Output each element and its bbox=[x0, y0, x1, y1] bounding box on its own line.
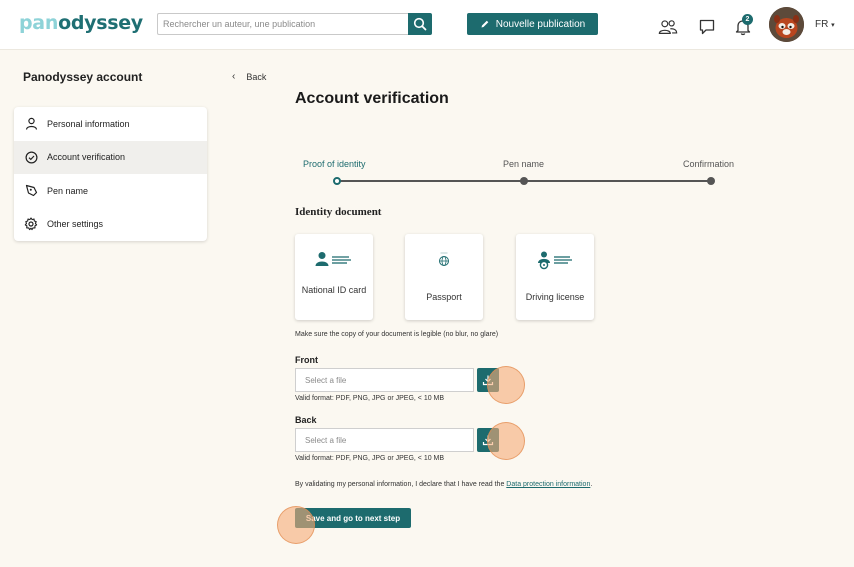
back-file-placeholder: Select a file bbox=[305, 435, 347, 445]
check-circle-icon bbox=[23, 149, 39, 165]
logo[interactable]: panodyssey bbox=[19, 12, 143, 34]
notification-badge: 2 bbox=[742, 14, 753, 25]
sidebar-item-label: Account verification bbox=[47, 152, 126, 163]
data-protection-link[interactable]: Data protection information bbox=[506, 481, 590, 488]
logo-part-odyssey: odyssey bbox=[58, 12, 143, 34]
step-confirmation: Confirmation bbox=[683, 159, 735, 169]
sidebar-menu: Personal information Account verificatio… bbox=[14, 107, 207, 241]
declaration-end: . bbox=[590, 481, 593, 488]
front-valid-format: Valid format: PDF, PNG, JPG or JPEG, < 1… bbox=[295, 395, 445, 402]
logo-part-pan: pan bbox=[19, 12, 59, 34]
community-icon[interactable] bbox=[658, 17, 678, 37]
sidebar-item-label: Other settings bbox=[47, 219, 104, 230]
passport-icon bbox=[437, 250, 451, 270]
step-pen-name: Pen name bbox=[503, 159, 545, 169]
id-card-icon bbox=[315, 250, 353, 270]
back-label: Back bbox=[295, 415, 317, 425]
step-dot-confirmation bbox=[707, 177, 715, 185]
messages-icon[interactable] bbox=[697, 17, 717, 37]
upload-icon bbox=[482, 375, 494, 386]
document-passport[interactable]: Passport bbox=[405, 234, 483, 320]
declaration-text: By validating my personal information, I… bbox=[295, 478, 595, 491]
front-upload-button[interactable] bbox=[477, 368, 499, 392]
sidebar-item-label: Pen name bbox=[47, 185, 89, 196]
new-publication-label: Nouvelle publication bbox=[495, 18, 586, 30]
page-title: Account verification bbox=[295, 90, 449, 107]
document-label: National ID card bbox=[301, 285, 367, 295]
chevron-left-icon: ‹ bbox=[232, 71, 236, 82]
sidebar-item-label: Personal information bbox=[47, 118, 130, 129]
declaration-body: By validating my personal information, I… bbox=[295, 481, 507, 488]
back-valid-format: Valid format: PDF, PNG, JPG or JPEG, < 1… bbox=[295, 455, 445, 462]
section-title: Identity document bbox=[295, 206, 382, 218]
top-header: panodyssey Nouvelle publication bbox=[0, 0, 854, 50]
document-national-id-card[interactable]: National ID card bbox=[295, 234, 373, 320]
back-label: Back bbox=[246, 71, 267, 82]
front-file-placeholder: Select a file bbox=[305, 375, 347, 385]
document-label: Passport bbox=[426, 292, 462, 302]
back-upload-button[interactable] bbox=[477, 428, 499, 452]
sidebar-title: Panodyssey account bbox=[23, 70, 143, 84]
avatar[interactable] bbox=[769, 7, 804, 42]
legibility-hint: Make sure the copy of your document is l… bbox=[295, 331, 499, 338]
pen-nib-icon bbox=[23, 183, 39, 199]
search-input[interactable] bbox=[157, 13, 408, 35]
search-button[interactable] bbox=[408, 13, 432, 35]
save-next-step-button[interactable]: Save and go to next step bbox=[295, 508, 411, 528]
pencil-icon bbox=[481, 20, 489, 28]
back-file-input[interactable]: Select a file bbox=[295, 428, 474, 452]
step-dot-pen-name bbox=[520, 177, 528, 185]
sidebar-item-other-settings[interactable]: Other settings bbox=[14, 208, 207, 242]
document-driving-license[interactable]: Driving license bbox=[516, 234, 594, 320]
search-bar bbox=[157, 13, 432, 35]
submit-label: Save and go to next step bbox=[305, 513, 401, 523]
language-selector[interactable]: FR ▾ bbox=[815, 19, 835, 30]
front-file-input[interactable]: Select a file bbox=[295, 368, 474, 392]
new-publication-button[interactable]: Nouvelle publication bbox=[467, 13, 598, 35]
gear-icon bbox=[23, 216, 39, 232]
step-proof-of-identity: Proof of identity bbox=[303, 159, 366, 169]
sidebar-item-personal-information[interactable]: Personal information bbox=[14, 107, 207, 141]
language-label: FR bbox=[815, 19, 829, 30]
document-label: Driving license bbox=[525, 292, 585, 302]
upload-icon bbox=[482, 435, 494, 446]
search-icon bbox=[413, 17, 427, 31]
sidebar-item-account-verification[interactable]: Account verification bbox=[14, 140, 207, 174]
person-icon bbox=[23, 116, 39, 132]
front-label: Front bbox=[295, 355, 318, 365]
driving-license-icon bbox=[536, 250, 574, 270]
sidebar-item-pen-name[interactable]: Pen name bbox=[14, 174, 207, 208]
step-dot-proof-of-identity bbox=[333, 177, 341, 185]
caret-down-icon: ▾ bbox=[831, 22, 835, 29]
back-link[interactable]: ‹ Back bbox=[232, 71, 266, 82]
